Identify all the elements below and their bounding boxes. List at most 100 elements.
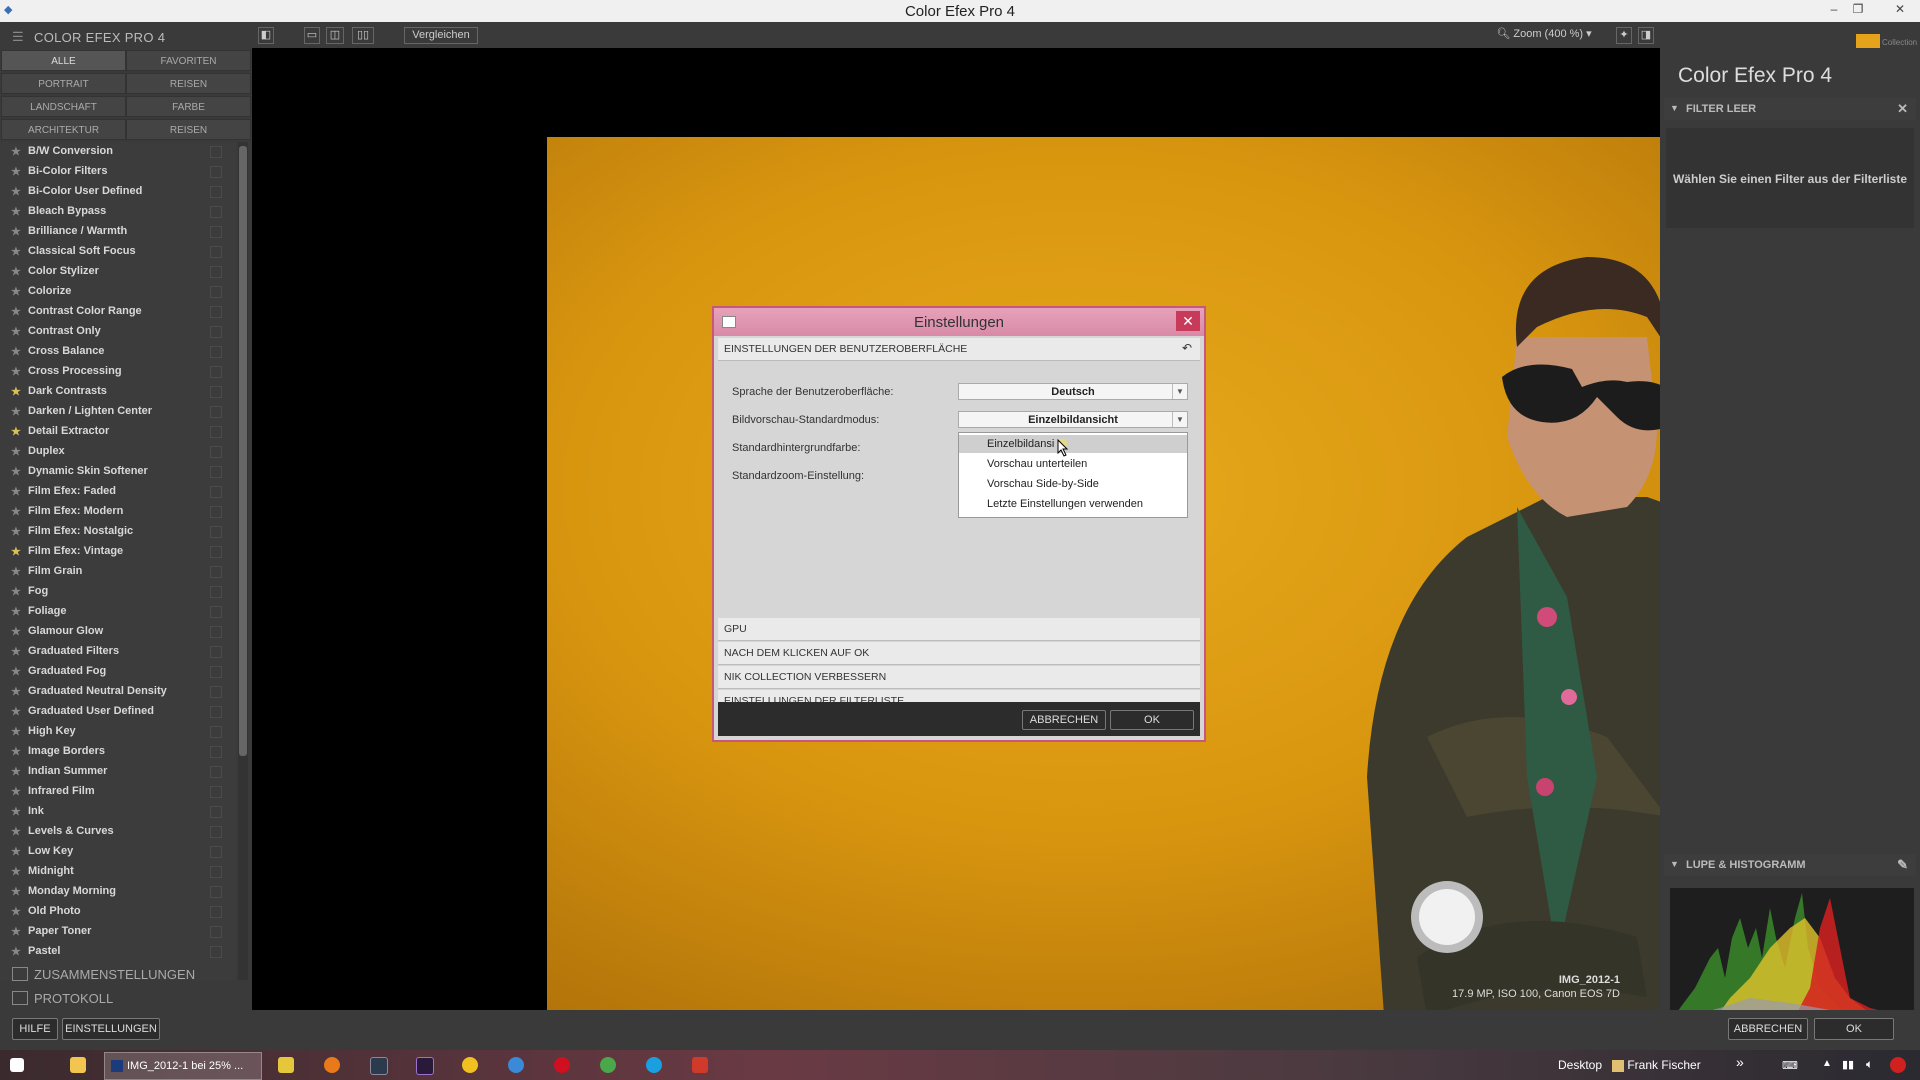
- settings-button[interactable]: EINSTELLUNGEN: [62, 1018, 160, 1040]
- filter-item[interactable]: ★ Dynamic Skin Softener: [0, 462, 236, 482]
- filter-presets-icon[interactable]: [210, 626, 222, 638]
- filter-item[interactable]: ★ Graduated User Defined: [0, 702, 236, 722]
- filter-item[interactable]: ★ Ink: [0, 802, 236, 822]
- filter-item[interactable]: ★ B/W Conversion: [0, 142, 236, 162]
- user-label[interactable]: Frank Fischer: [1612, 1058, 1701, 1072]
- favorite-star-icon[interactable]: ★: [11, 785, 21, 798]
- filter-presets-icon[interactable]: [210, 706, 222, 718]
- favorite-star-icon[interactable]: ★: [11, 945, 21, 958]
- preview-mode-dropdown[interactable]: Einzelbildansicht ▼: [958, 411, 1188, 428]
- filter-item[interactable]: ★ Infrared Film: [0, 782, 236, 802]
- favorite-star-icon[interactable]: ★: [11, 545, 21, 558]
- filter-presets-icon[interactable]: [210, 746, 222, 758]
- app-icon-4[interactable]: [554, 1057, 570, 1073]
- favorite-star-icon[interactable]: ★: [11, 325, 21, 338]
- desktop-label[interactable]: Desktop: [1558, 1058, 1602, 1072]
- filter-item[interactable]: ★ Bi-Color Filters: [0, 162, 236, 182]
- filter-presets-icon[interactable]: [210, 606, 222, 618]
- filter-item[interactable]: ★ Bi-Color User Defined: [0, 182, 236, 202]
- favorite-star-icon[interactable]: ★: [11, 605, 21, 618]
- filter-presets-icon[interactable]: [210, 646, 222, 658]
- favorite-star-icon[interactable]: ★: [11, 485, 21, 498]
- pin-icon[interactable]: ✎: [1897, 857, 1908, 873]
- favorite-star-icon[interactable]: ★: [11, 565, 21, 578]
- panel-toggle-icon[interactable]: ◧: [258, 27, 274, 44]
- filter-item[interactable]: ★ Film Efex: Modern: [0, 502, 236, 522]
- favorite-star-icon[interactable]: ★: [11, 265, 21, 278]
- favorite-star-icon[interactable]: ★: [11, 765, 21, 778]
- filter-presets-icon[interactable]: [210, 166, 222, 178]
- filter-item[interactable]: ★ Low Key: [0, 842, 236, 862]
- favorite-star-icon[interactable]: ★: [11, 925, 21, 938]
- filter-list-scrollbar[interactable]: [238, 142, 248, 980]
- filter-item[interactable]: ★ Contrast Only: [0, 322, 236, 342]
- ok-button[interactable]: OK: [1814, 1018, 1894, 1040]
- volume-icon[interactable]: 🔈︎: [1866, 1057, 1873, 1072]
- app-icon-2[interactable]: [462, 1057, 478, 1073]
- filter-item[interactable]: ★ Cross Processing: [0, 362, 236, 382]
- right-panel-toggle-icon[interactable]: ◨: [1638, 27, 1654, 44]
- filter-presets-icon[interactable]: [210, 946, 222, 958]
- favorite-star-icon[interactable]: ★: [11, 145, 21, 158]
- filter-item[interactable]: ★ Bleach Bypass: [0, 202, 236, 222]
- category-architecture[interactable]: ARCHITEKTUR: [1, 119, 126, 140]
- favorite-star-icon[interactable]: ★: [11, 865, 21, 878]
- favorite-star-icon[interactable]: ★: [11, 465, 21, 478]
- filter-presets-icon[interactable]: [210, 866, 222, 878]
- filter-presets-icon[interactable]: [210, 426, 222, 438]
- favorite-star-icon[interactable]: ★: [11, 745, 21, 758]
- filter-item[interactable]: ★ Duplex: [0, 442, 236, 462]
- help-button[interactable]: HILFE: [12, 1018, 58, 1040]
- close-section-icon[interactable]: ✕: [1897, 101, 1908, 117]
- favorite-star-icon[interactable]: ★: [11, 825, 21, 838]
- filter-presets-icon[interactable]: [210, 326, 222, 338]
- lightroom-icon[interactable]: [370, 1057, 388, 1075]
- filter-item[interactable]: ★ Image Borders: [0, 742, 236, 762]
- firefox-icon[interactable]: [324, 1057, 340, 1073]
- app-icon-3[interactable]: [508, 1057, 524, 1073]
- filter-item[interactable]: ★ Dark Contrasts: [0, 382, 236, 402]
- filter-presets-icon[interactable]: [210, 546, 222, 558]
- filter-item[interactable]: ★ Film Efex: Faded: [0, 482, 236, 502]
- compare-button[interactable]: Vergleichen: [404, 27, 478, 44]
- filter-presets-icon[interactable]: [210, 826, 222, 838]
- category-portrait[interactable]: PORTRAIT: [1, 73, 126, 94]
- reset-icon[interactable]: ↶: [1182, 341, 1192, 355]
- category-color[interactable]: FARBE: [126, 96, 251, 117]
- option-single-view[interactable]: Einzelbildansi: [959, 435, 1187, 453]
- filter-presets-icon[interactable]: [210, 766, 222, 778]
- favorite-star-icon[interactable]: ★: [11, 885, 21, 898]
- filter-item[interactable]: ★ Cross Balance: [0, 342, 236, 362]
- filter-item[interactable]: ★ Glamour Glow: [0, 622, 236, 642]
- filter-item[interactable]: ★ Midnight: [0, 862, 236, 882]
- filter-presets-icon[interactable]: [210, 686, 222, 698]
- favorite-star-icon[interactable]: ★: [11, 365, 21, 378]
- filter-presets-icon[interactable]: [210, 246, 222, 258]
- ui-settings-section[interactable]: EINSTELLUNGEN DER BENUTZEROBERFLÄCHE ↶: [718, 338, 1200, 361]
- favorite-star-icon[interactable]: ★: [11, 645, 21, 658]
- favorite-star-icon[interactable]: ★: [11, 405, 21, 418]
- filter-item[interactable]: ★ Graduated Neutral Density: [0, 682, 236, 702]
- favorite-star-icon[interactable]: ★: [11, 185, 21, 198]
- filter-presets-icon[interactable]: [210, 726, 222, 738]
- tray-arrow-icon[interactable]: ▲: [1822, 1058, 1832, 1069]
- maximize-button[interactable]: ❐: [1848, 2, 1868, 18]
- category-travel-2[interactable]: REISEN: [126, 119, 251, 140]
- favorite-star-icon[interactable]: ★: [11, 585, 21, 598]
- filter-item[interactable]: ★ Paper Toner: [0, 922, 236, 942]
- filter-item[interactable]: ★ Classical Soft Focus: [0, 242, 236, 262]
- app-icon-5[interactable]: [692, 1057, 708, 1073]
- filter-item[interactable]: ★ Graduated Filters: [0, 642, 236, 662]
- filter-item[interactable]: ★ Graduated Fog: [0, 662, 236, 682]
- after-ok-section[interactable]: NACH DEM KLICKEN AUF OK: [718, 642, 1200, 665]
- filter-presets-icon[interactable]: [210, 306, 222, 318]
- favorite-star-icon[interactable]: ★: [11, 425, 21, 438]
- favorite-star-icon[interactable]: ★: [11, 285, 21, 298]
- filter-item[interactable]: ★ High Key: [0, 722, 236, 742]
- filter-presets-icon[interactable]: [210, 886, 222, 898]
- filter-presets-icon[interactable]: [210, 806, 222, 818]
- premiere-icon[interactable]: [416, 1057, 434, 1075]
- favorite-star-icon[interactable]: ★: [11, 165, 21, 178]
- category-travel[interactable]: REISEN: [126, 73, 251, 94]
- filter-item[interactable]: ★ Film Efex: Vintage: [0, 542, 236, 562]
